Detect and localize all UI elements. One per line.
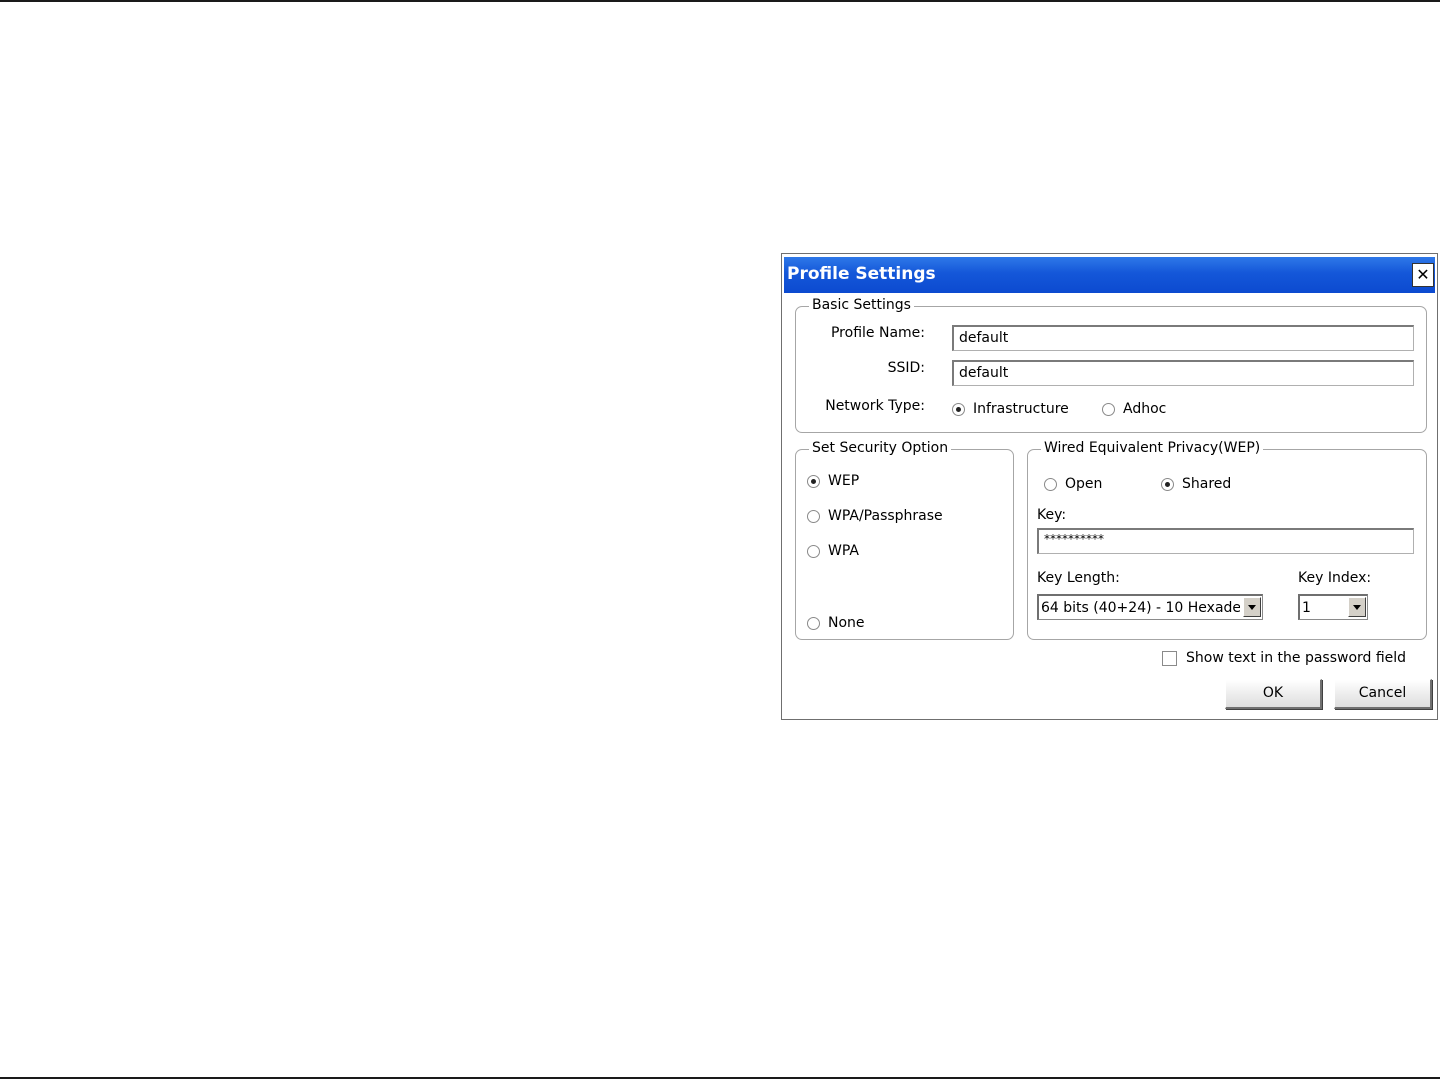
adhoc-label: Adhoc xyxy=(1123,401,1167,417)
network-type-infrastructure-radio[interactable]: Infrastructure xyxy=(952,400,1069,418)
profile-name-field[interactable]: default xyxy=(952,325,1414,351)
radio-unselected-icon xyxy=(807,616,820,630)
key-index-label: Key Index: xyxy=(1298,570,1372,586)
radio-selected-icon xyxy=(807,474,820,488)
chevron-down-icon[interactable] xyxy=(1348,597,1366,617)
network-type-adhoc-radio[interactable]: Adhoc xyxy=(1102,400,1166,418)
show-text-checkbox[interactable] xyxy=(1162,651,1177,666)
security-option-group: Set Security Option WEP WPA/Passphrase W… xyxy=(795,440,1014,640)
key-label: Key: xyxy=(1037,507,1067,523)
chevron-down-icon[interactable] xyxy=(1243,597,1261,617)
key-length-value: 64 bits (40+24) - 10 Hexadecimal xyxy=(1041,600,1240,616)
radio-selected-icon xyxy=(952,402,965,416)
shared-label: Shared xyxy=(1182,476,1232,492)
wep-group: Wired Equivalent Privacy(WEP) Open Share… xyxy=(1027,440,1427,640)
radio-unselected-icon xyxy=(807,544,820,558)
key-length-label: Key Length: xyxy=(1037,570,1120,586)
close-icon[interactable]: ✕ xyxy=(1412,263,1434,287)
security-wpa-radio[interactable]: WPA xyxy=(807,542,859,560)
bottom-divider xyxy=(0,1077,1440,1079)
network-type-label: Network Type: xyxy=(825,398,925,414)
wep-open-radio[interactable]: Open xyxy=(1044,475,1102,493)
key-length-select[interactable]: 64 bits (40+24) - 10 Hexadecimal xyxy=(1037,594,1263,620)
security-wpa-passphrase-radio[interactable]: WPA/Passphrase xyxy=(807,507,943,525)
key-index-value: 1 xyxy=(1302,600,1311,616)
ssid-field[interactable]: default xyxy=(952,360,1414,386)
profile-name-label: Profile Name: xyxy=(830,325,925,341)
wep-shared-radio[interactable]: Shared xyxy=(1161,475,1231,493)
wep-legend: Wired Equivalent Privacy(WEP) xyxy=(1041,440,1264,456)
none-label: None xyxy=(828,615,865,631)
wpa-label: WPA xyxy=(828,543,859,559)
radio-selected-icon xyxy=(1161,477,1174,491)
top-divider xyxy=(0,0,1440,2)
wep-label: WEP xyxy=(828,473,860,489)
open-label: Open xyxy=(1065,476,1103,492)
radio-unselected-icon xyxy=(1102,402,1115,416)
title-bar[interactable]: Profile Settings ✕ xyxy=(784,257,1435,293)
radio-unselected-icon xyxy=(807,509,820,523)
ok-button[interactable]: OK xyxy=(1225,679,1322,709)
dialog-title: Profile Settings xyxy=(787,264,936,284)
ssid-label: SSID: xyxy=(887,360,925,376)
security-option-legend: Set Security Option xyxy=(809,440,952,456)
basic-settings-group: Basic Settings Profile Name: default SSI… xyxy=(795,297,1427,433)
profile-settings-dialog: Profile Settings ✕ Basic Settings Profil… xyxy=(781,253,1438,720)
basic-settings-legend: Basic Settings xyxy=(809,297,914,313)
key-field[interactable]: ********** xyxy=(1037,528,1414,554)
show-text-label: Show text in the password field xyxy=(1186,650,1407,666)
cancel-button[interactable]: Cancel xyxy=(1334,679,1432,709)
wpa-passphrase-label: WPA/Passphrase xyxy=(828,508,943,524)
security-none-radio[interactable]: None xyxy=(807,614,865,632)
infrastructure-label: Infrastructure xyxy=(973,401,1069,417)
radio-unselected-icon xyxy=(1044,477,1057,491)
key-index-select[interactable]: 1 xyxy=(1298,594,1368,620)
security-wep-radio[interactable]: WEP xyxy=(807,472,859,490)
